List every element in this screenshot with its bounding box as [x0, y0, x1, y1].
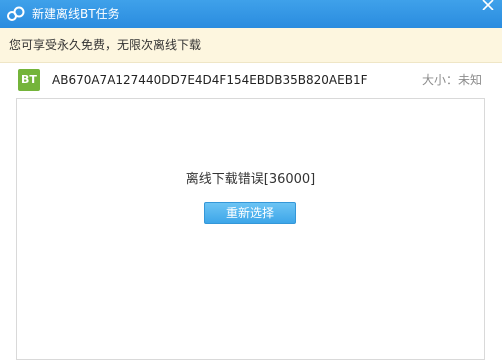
- content-panel: 离线下载错误[36000] 重新选择: [16, 98, 485, 360]
- file-info-row: BT AB670A7A127440DD7E4D4F154EBDB35B820AE…: [0, 63, 502, 97]
- notice-text: 您可享受永久免费，无限次离线下载: [9, 38, 202, 52]
- title-bar: 新建离线BT任务: [0, 0, 502, 28]
- window-title: 新建离线BT任务: [32, 7, 120, 21]
- bt-file-icon: BT: [18, 69, 40, 91]
- error-message: 离线下载错误[36000]: [185, 172, 316, 187]
- cloud-link-icon: [7, 6, 25, 22]
- reselect-button[interactable]: 重新选择: [204, 202, 296, 224]
- close-icon: [482, 0, 494, 10]
- notice-bar: 您可享受永久免费，无限次离线下载: [0, 28, 502, 63]
- torrent-hash: AB670A7A127440DD7E4D4F154EBDB35B820AEB1F: [52, 73, 368, 87]
- close-button[interactable]: [472, 0, 502, 28]
- file-size: 大小：未知: [421, 73, 482, 87]
